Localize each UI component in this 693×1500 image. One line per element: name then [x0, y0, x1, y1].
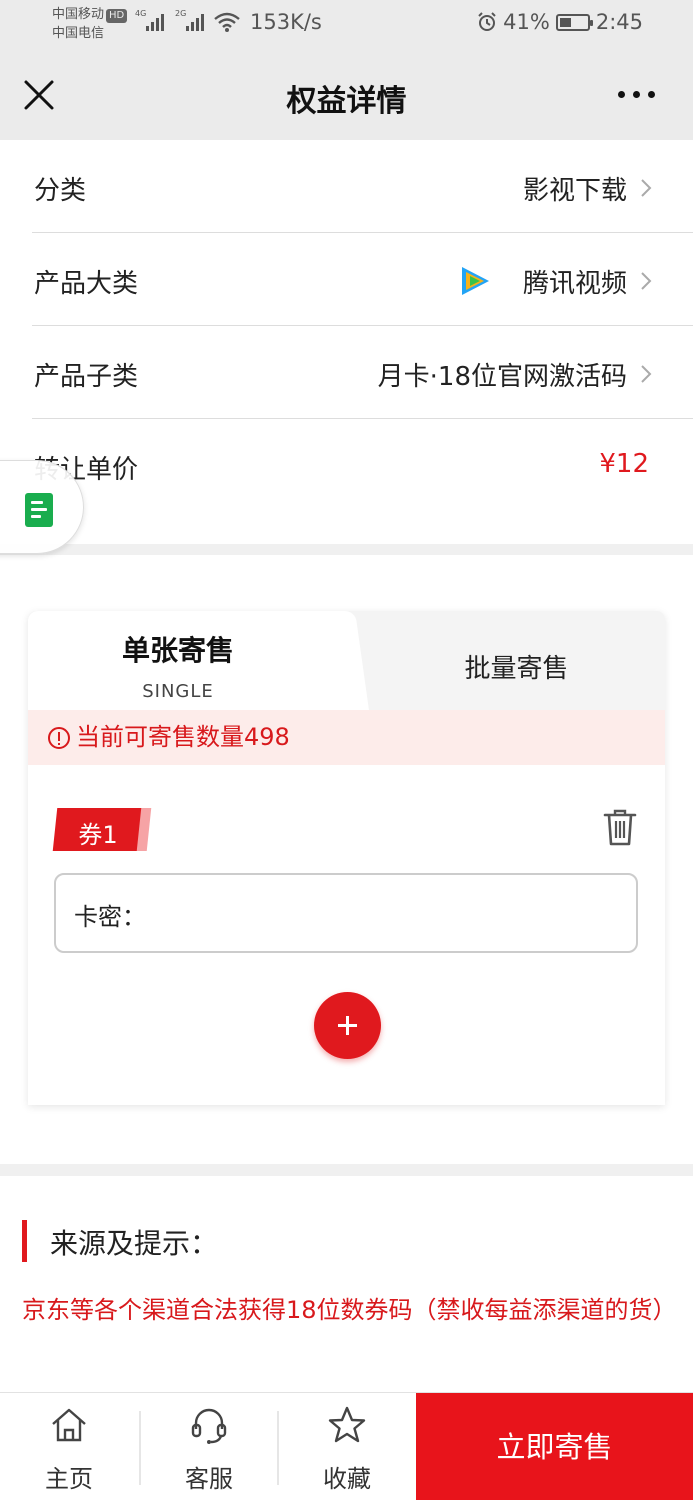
row-product[interactable]: 产品大类 腾讯视频: [32, 233, 693, 326]
sell-now-button[interactable]: 立即寄售: [416, 1393, 693, 1500]
network-speed: 153K/s: [250, 10, 322, 34]
warning-icon: [48, 726, 70, 749]
battery-icon: [555, 13, 593, 31]
trash-icon[interactable]: [602, 807, 638, 847]
chevron-right-icon: [641, 365, 652, 383]
carrier-info: 中国移动 HD 中国电信: [52, 5, 128, 43]
product-label: 产品大类: [34, 269, 139, 299]
category-value: 影视下载: [522, 176, 627, 206]
tab-single-sublabel: SINGLE: [142, 681, 214, 702]
carrier-secondary: 中国电信: [52, 26, 105, 41]
card-code-input[interactable]: [146, 887, 616, 939]
document-icon: [25, 493, 53, 527]
wifi-icon: [214, 12, 240, 32]
card-code-field[interactable]: 卡密：: [54, 873, 638, 953]
subcategory-label: 产品子类: [34, 362, 139, 392]
tab-single-label: 单张寄售: [121, 634, 234, 667]
row-price: 转让单价 ¥12: [32, 419, 693, 512]
section-marker: [22, 1220, 27, 1262]
product-info: 分类 影视下载 产品大类 腾讯视频 产品子类 月卡·18位官网激活码 转让单价 …: [0, 140, 693, 512]
signal-icon-2: 2G: [175, 9, 204, 31]
card-code-label: 卡密：: [74, 903, 146, 931]
chevron-right-icon: [641, 272, 652, 290]
price-value: ¥12: [599, 449, 649, 479]
tab-batch[interactable]: 批量寄售: [368, 648, 665, 685]
consign-card: 单张寄售 SINGLE 批量寄售 当前可寄售数量498 券1 卡密：: [28, 611, 665, 1105]
notice-text: 当前可寄售数量498: [76, 723, 290, 751]
nav-bar: 权益详情: [0, 48, 693, 140]
product-value: 腾讯视频: [522, 269, 627, 299]
section-divider-2: [0, 1164, 693, 1176]
subcategory-value: 月卡·18位官网激活码: [377, 362, 627, 392]
chevron-right-icon: [641, 179, 652, 197]
nav-favorite-label: 收藏: [323, 1465, 371, 1493]
consign-tabs: 单张寄售 SINGLE 批量寄售: [28, 611, 665, 710]
battery-fill: [559, 17, 571, 27]
right-status: 41% 2:45: [477, 10, 643, 34]
row-category[interactable]: 分类 影视下载: [32, 140, 693, 233]
source-title: 来源及提示：: [50, 1227, 219, 1260]
row-subcategory[interactable]: 产品子类 月卡·18位官网激活码: [32, 326, 693, 419]
coupon-label: 券1: [78, 821, 118, 849]
nav-favorite[interactable]: 收藏: [278, 1393, 416, 1500]
signal-type-1: 4G: [135, 9, 147, 18]
coupon-tag: 券1: [52, 808, 152, 851]
alarm-icon: [478, 12, 496, 31]
category-label: 分类: [34, 176, 87, 206]
nav-home-label: 主页: [45, 1465, 93, 1493]
section-divider: [0, 544, 693, 555]
status-bar: 中国移动 HD 中国电信 4G 2G 153K/s 41% 2:45: [0, 0, 693, 48]
bottom-bar: 主页 客服 收藏 立即寄售: [0, 1392, 693, 1500]
nav-service[interactable]: 客服: [140, 1393, 278, 1500]
quantity-notice: 当前可寄售数量498: [28, 710, 665, 765]
carrier-primary: 中国移动: [52, 7, 105, 22]
star-icon: [328, 1406, 366, 1443]
source-description: 京东等各个渠道合法获得18位数券码（禁收每益添渠道的货）: [22, 1296, 677, 1324]
hd-badge: HD: [106, 9, 128, 23]
tab-single[interactable]: 单张寄售 SINGLE: [28, 611, 346, 710]
more-icon[interactable]: [618, 91, 655, 98]
signal-icon: 4G: [135, 9, 164, 31]
page-title: 权益详情: [286, 84, 407, 119]
clock: 2:45: [595, 10, 643, 34]
signal-type-2: 2G: [175, 9, 187, 18]
source-section: 来源及提示： 京东等各个渠道合法获得18位数券码（禁收每益添渠道的货）: [0, 1176, 693, 1392]
nav-home[interactable]: 主页: [0, 1393, 138, 1500]
battery-percent: 41%: [503, 10, 550, 34]
tencent-video-logo: [462, 267, 489, 295]
nav-service-label: 客服: [185, 1465, 233, 1493]
headset-icon: [191, 1408, 227, 1444]
floating-doc-button[interactable]: [0, 460, 84, 554]
add-coupon-button[interactable]: [314, 992, 381, 1059]
home-icon: [52, 1408, 86, 1442]
